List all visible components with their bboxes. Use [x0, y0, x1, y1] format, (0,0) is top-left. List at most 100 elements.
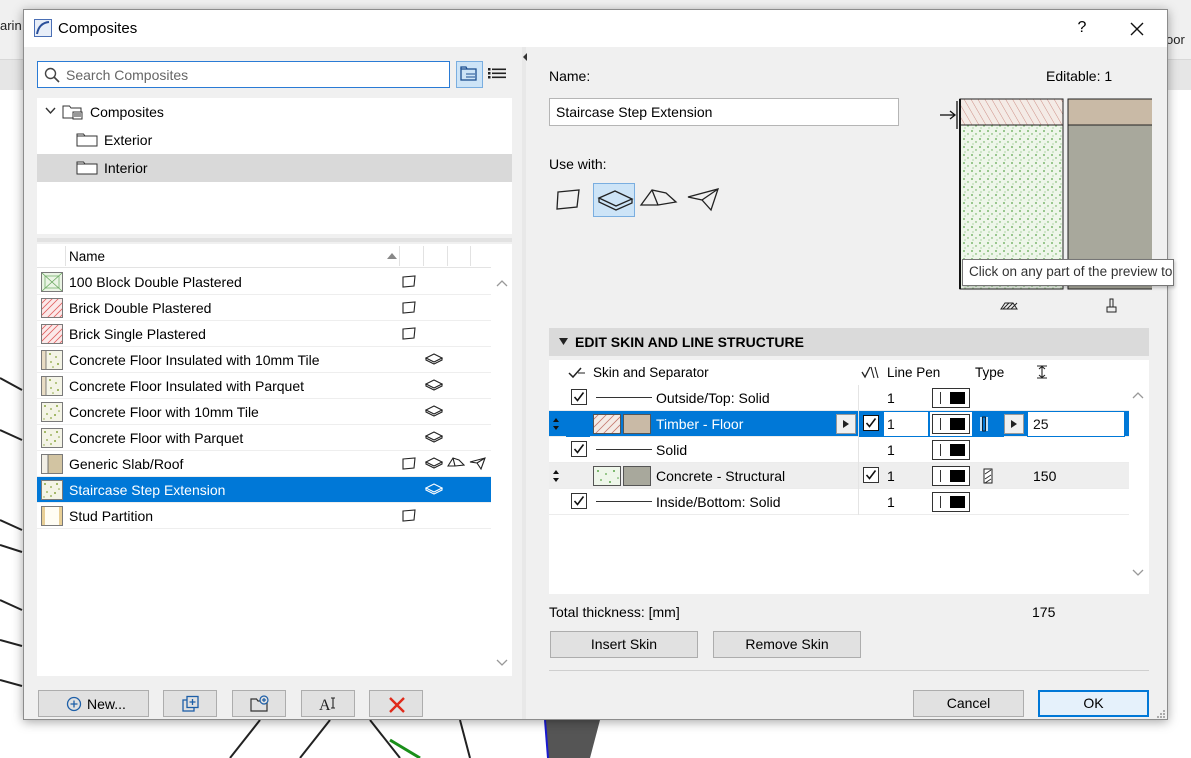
skin-type-cell[interactable]: [973, 411, 1004, 437]
hatch-preview-icon: [1000, 302, 1018, 310]
new-folder-icon: [250, 695, 269, 712]
use-with-shell-indicator: [469, 456, 487, 472]
skin-color-swatch[interactable]: [623, 414, 651, 434]
tree-item-exterior[interactable]: Exterior: [37, 126, 512, 154]
separator-row[interactable]: Solid 1: [549, 437, 1129, 463]
name-label: Name:: [549, 68, 591, 84]
delete-button[interactable]: [369, 690, 423, 717]
list-item[interactable]: Concrete Floor with Parquet: [37, 425, 491, 451]
duplicate-button[interactable]: [163, 690, 217, 717]
skin-type-dropdown[interactable]: [1004, 414, 1024, 434]
list-item[interactable]: Concrete Floor with 10mm Tile: [37, 399, 491, 425]
delete-x-icon: [389, 697, 405, 713]
concrete-swatch-icon: [42, 403, 62, 421]
help-button[interactable]: ?: [1070, 16, 1094, 40]
list-item[interactable]: Staircase Step Extension: [37, 477, 491, 503]
slab-icon: [424, 457, 444, 469]
slab-icon: [424, 379, 444, 391]
sort-ascending-icon[interactable]: [386, 252, 398, 260]
use-with-roof-button[interactable]: [638, 183, 680, 217]
name-field[interactable]: [549, 98, 899, 126]
skin-row-selected[interactable]: Timber - Floor 1 25: [549, 411, 1129, 437]
use-with-slab-button[interactable]: [593, 183, 635, 217]
list-item[interactable]: Concrete Floor Insulated with Parquet: [37, 373, 491, 399]
separator-row[interactable]: Outside/Top: Solid 1: [549, 385, 1129, 411]
insert-skin-button[interactable]: Insert Skin: [550, 631, 698, 658]
panel-splitter[interactable]: [37, 238, 512, 242]
separator-label: Inside/Bottom: Solid: [656, 494, 781, 510]
search-input[interactable]: [64, 64, 444, 85]
list-item[interactable]: Stud Partition: [37, 503, 491, 529]
skin-options-button[interactable]: [836, 414, 856, 434]
line-pen-value[interactable]: 1: [887, 390, 895, 406]
skin-line-checkbox[interactable]: [863, 467, 879, 483]
scroll-up-arrow-icon[interactable]: [1132, 390, 1144, 400]
scroll-down-arrow-icon[interactable]: [496, 658, 508, 668]
new-folder-button[interactable]: [232, 690, 286, 717]
list-item[interactable]: Brick Single Plastered: [37, 321, 491, 347]
line-pen-value[interactable]: 1: [887, 442, 895, 458]
use-with-wall-button[interactable]: [548, 183, 590, 217]
line-pen-selector[interactable]: [932, 492, 970, 512]
column-separator: [423, 246, 424, 266]
line-pen-selector[interactable]: [932, 414, 970, 434]
composite-name: Staircase Step Extension: [69, 482, 226, 498]
search-box[interactable]: [37, 61, 450, 88]
list-item[interactable]: Concrete Floor Insulated with 10mm Tile: [37, 347, 491, 373]
line-pen-selector[interactable]: [932, 466, 970, 486]
composite-name: 100 Block Double Plastered: [69, 274, 242, 290]
concrete-insulated-swatch-icon: [42, 351, 62, 369]
skin-color-swatch[interactable]: [623, 466, 651, 486]
scroll-up-arrow-icon[interactable]: [496, 278, 508, 288]
structure-preview[interactable]: [914, 97, 1152, 345]
cancel-button[interactable]: Cancel: [913, 690, 1024, 717]
concrete-swatch-icon: [42, 481, 62, 499]
name-input[interactable]: [554, 103, 892, 121]
line-pen-selector[interactable]: [932, 440, 970, 460]
separator-visible-checkbox[interactable]: [571, 493, 587, 509]
skin-line-checkbox[interactable]: [863, 415, 879, 431]
edit-skin-section-header[interactable]: EDIT SKIN AND LINE STRUCTURE: [549, 328, 1149, 356]
use-with-shell-button[interactable]: [683, 183, 725, 217]
line-pen-value[interactable]: 1: [887, 468, 895, 484]
composite-swatch: [39, 322, 65, 346]
list-item[interactable]: 100 Block Double Plastered: [37, 269, 491, 295]
separator-visible-checkbox[interactable]: [571, 389, 587, 405]
folder-tree-icon: [460, 66, 477, 81]
tree-item-interior[interactable]: Interior: [37, 154, 512, 182]
column-header-name[interactable]: Name: [69, 249, 105, 264]
skin-hatch-swatch[interactable]: [593, 466, 621, 486]
tree-item-composites[interactable]: Composites: [37, 98, 512, 126]
check-all-icon[interactable]: [568, 366, 586, 380]
composite-name: Concrete Floor Insulated with 10mm Tile: [69, 352, 320, 368]
new-button[interactable]: New...: [38, 690, 149, 717]
drag-handle-icon[interactable]: [552, 469, 560, 483]
drag-handle-icon[interactable]: [552, 417, 560, 431]
ok-button[interactable]: OK: [1038, 690, 1149, 717]
skin-hatch-swatch[interactable]: [593, 414, 621, 434]
skin-thickness-value[interactable]: 25: [1033, 416, 1049, 432]
shell-icon: [687, 188, 719, 212]
chevron-down-icon[interactable]: [45, 107, 56, 115]
separator-row[interactable]: Inside/Bottom: Solid 1: [549, 489, 1129, 515]
folder-view-button[interactable]: [456, 61, 483, 88]
list-view-button[interactable]: [485, 61, 512, 88]
skin-type-icon[interactable]: [982, 468, 994, 484]
rename-icon: A: [319, 697, 335, 713]
list-item[interactable]: Brick Double Plastered: [37, 295, 491, 321]
wall-icon: [402, 301, 416, 314]
scroll-down-arrow-icon[interactable]: [1132, 568, 1144, 578]
remove-skin-button[interactable]: Remove Skin: [713, 631, 861, 658]
line-pen-value[interactable]: 1: [887, 416, 895, 432]
resize-grip-icon[interactable]: [1154, 707, 1166, 719]
skin-thickness-value[interactable]: 150: [1033, 468, 1056, 484]
use-with-wall-indicator: [401, 326, 417, 342]
line-pen-selector[interactable]: [932, 388, 970, 408]
close-icon[interactable]: [1124, 16, 1150, 42]
list-item[interactable]: Generic Slab/Roof: [37, 451, 491, 477]
separator-visible-checkbox[interactable]: [571, 441, 587, 457]
rename-button[interactable]: A: [301, 690, 355, 717]
line-pen-value[interactable]: 1: [887, 494, 895, 510]
skin-row[interactable]: Concrete - Structural 1 150: [549, 463, 1129, 489]
concrete-swatch-icon: [42, 429, 62, 447]
